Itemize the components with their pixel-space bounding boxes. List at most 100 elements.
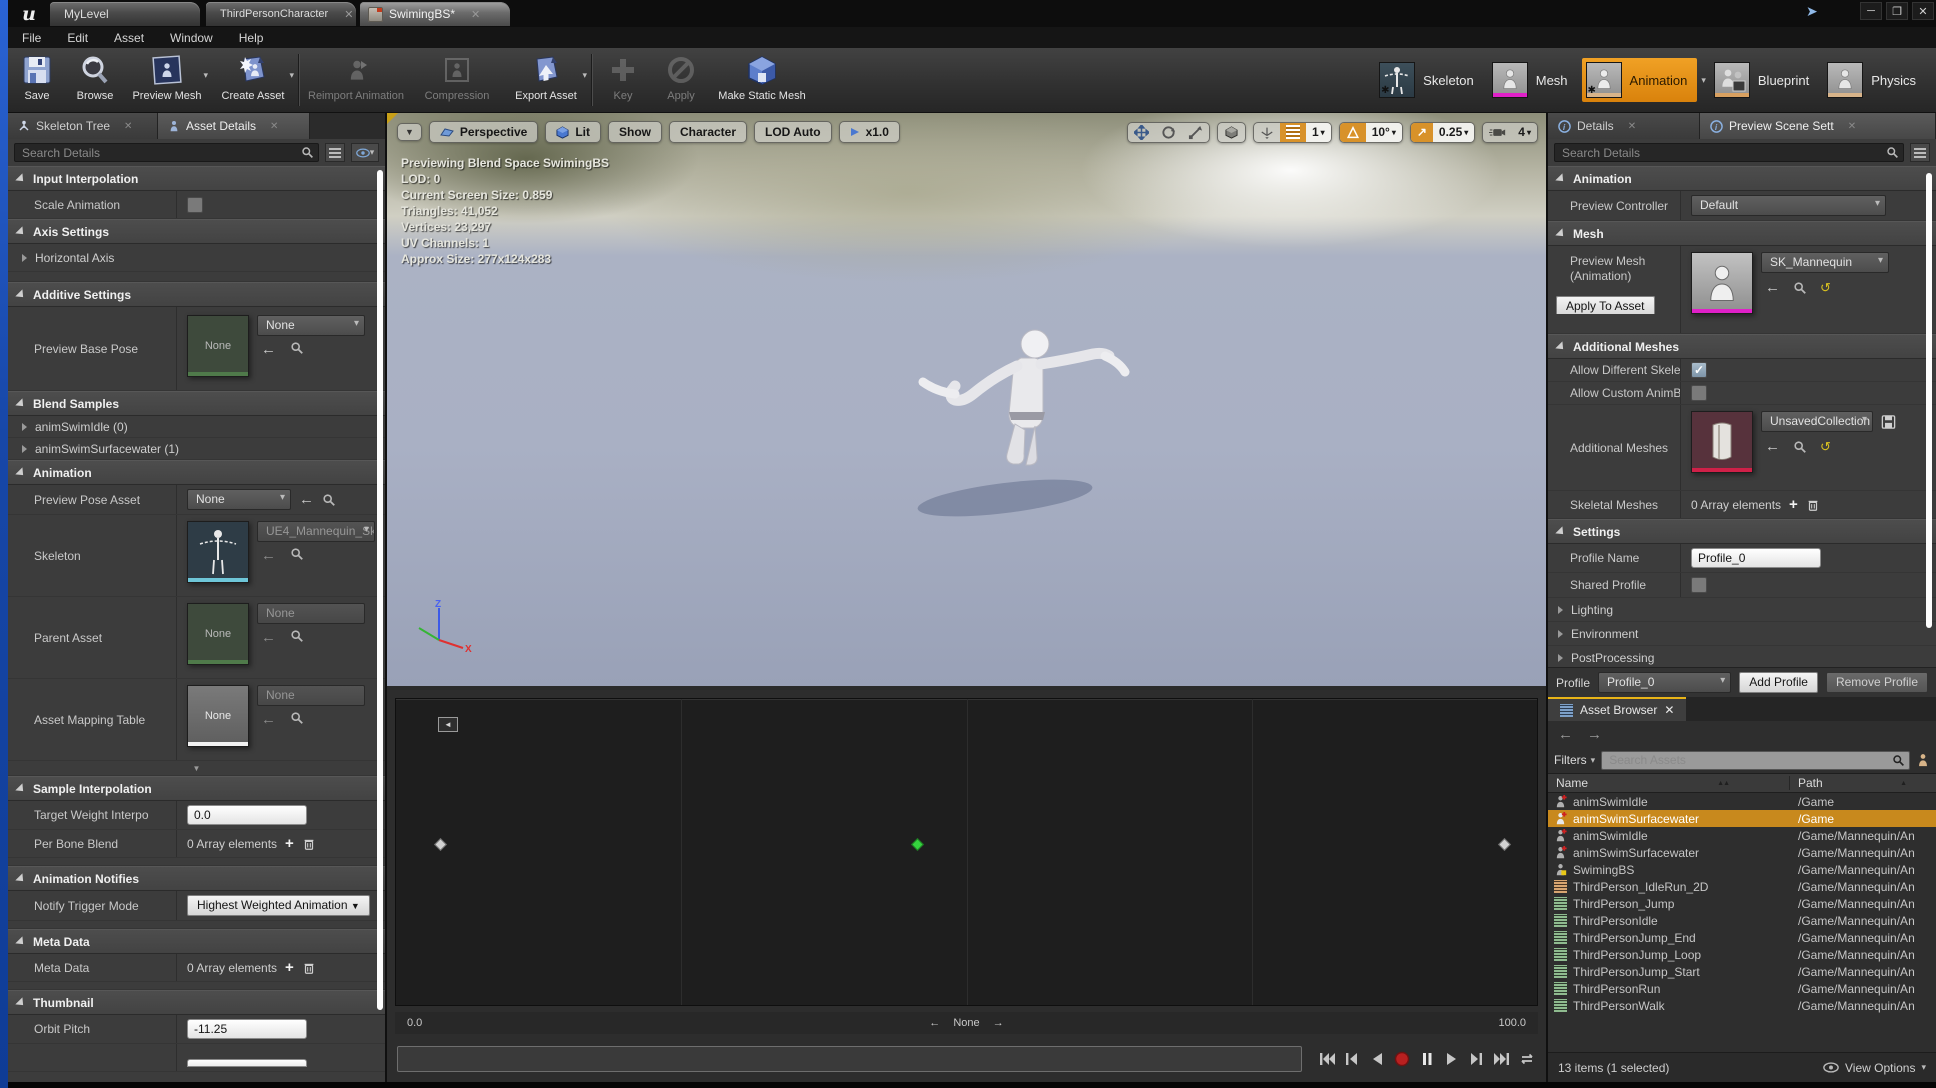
reset-to-default-icon[interactable]: ↺ <box>1820 439 1831 455</box>
parent-asset-thumbnail[interactable]: None <box>187 603 249 665</box>
horizontal-axis-expander[interactable]: Horizontal Axis <box>8 244 385 272</box>
use-selected-icon[interactable]: ← <box>1765 279 1780 296</box>
playback-speed-button[interactable]: x1.0 <box>838 121 900 143</box>
asset-row[interactable]: ThirdPersonWalk /Game/Mannequin/An <box>1548 997 1936 1014</box>
browse-to-asset-icon[interactable] <box>290 341 304 355</box>
view-options-eye-button[interactable]: ▾ <box>351 143 379 162</box>
asset-row[interactable]: ThirdPerson_Jump /Game/Mannequin/An <box>1548 895 1936 912</box>
user-filter-icon[interactable] <box>1916 753 1930 767</box>
skeleton-thumbnail[interactable] <box>187 521 249 583</box>
use-selected-icon[interactable]: ← <box>261 341 276 358</box>
make-static-mesh-button[interactable]: Make Static Mesh <box>710 48 814 112</box>
blueprint-mode-button[interactable]: Blueprint <box>1710 58 1819 102</box>
tab-asset-browser[interactable]: Asset Browser ✕ <box>1548 697 1687 721</box>
viewport-options-button[interactable]: ▼ <box>397 123 422 141</box>
browse-to-asset-icon[interactable] <box>322 493 336 507</box>
scale-snap-toggle[interactable]: ↗ <box>1410 122 1433 142</box>
environment-expander[interactable]: Environment <box>1548 622 1936 646</box>
profile-select-dropdown[interactable]: Profile_0 <box>1598 672 1732 693</box>
browse-to-asset-icon[interactable] <box>1793 440 1807 454</box>
asset-mapping-thumbnail[interactable]: None <box>187 685 249 747</box>
scale-tool-button[interactable] <box>1182 123 1209 142</box>
move-tool-button[interactable] <box>1128 123 1155 142</box>
trash-icon[interactable] <box>302 961 316 975</box>
browse-to-asset-icon[interactable] <box>290 711 304 725</box>
search-details-input[interactable] <box>1554 143 1904 162</box>
rotation-snap-toggle[interactable] <box>1339 122 1366 142</box>
maximize-button[interactable]: ❐ <box>1886 2 1908 20</box>
add-element-icon[interactable]: + <box>1789 496 1798 513</box>
trash-icon[interactable] <box>302 837 316 851</box>
chevron-down-icon[interactable]: ▾ <box>289 70 294 81</box>
tab-swimingbs[interactable]: SwimingBS* ✕ <box>360 2 510 26</box>
blend-sample-1-expander[interactable]: animSwimSurfacewater (1) <box>8 438 385 460</box>
preview-viewport[interactable]: ▼ Perspective Lit Show Character LOD Aut… <box>387 113 1546 686</box>
animation-mode-button[interactable]: ✱ Animation <box>1581 58 1698 102</box>
asset-row[interactable]: ThirdPersonIdle /Game/Mannequin/An <box>1548 912 1936 929</box>
blendspace-graph[interactable]: ◄ <box>395 698 1538 1006</box>
close-tab-icon[interactable]: ✕ <box>1628 121 1636 132</box>
lit-mode-button[interactable]: Lit <box>545 121 601 143</box>
display-filter-button[interactable] <box>1910 143 1930 162</box>
use-selected-icon[interactable]: ← <box>1765 438 1780 455</box>
preview-mesh-dropdown[interactable]: SK_Mannequin <box>1761 252 1889 273</box>
grid-snap-value[interactable]: 1 ▾ <box>1305 122 1331 142</box>
apply-to-asset-button[interactable]: Apply To Asset <box>1556 296 1655 314</box>
minimize-button[interactable]: ─ <box>1860 2 1882 20</box>
section-additive-settings[interactable]: Additive Settings <box>8 282 385 307</box>
browse-to-asset-icon[interactable] <box>290 629 304 643</box>
section-additional-meshes[interactable]: Additional Meshes <box>1548 334 1936 359</box>
asset-row[interactable]: animSwimIdle /Game/Mannequin/An <box>1548 827 1936 844</box>
close-tab-icon[interactable]: ✕ <box>344 8 353 21</box>
marketplace-icon[interactable]: ➤ <box>1806 3 1826 21</box>
play-forward-button[interactable] <box>1440 1047 1463 1071</box>
preview-blend-point[interactable] <box>910 837 924 851</box>
section-animation-notifies[interactable]: Animation Notifies <box>8 866 385 891</box>
rotation-snap-value[interactable]: 10° ▾ <box>1365 122 1402 142</box>
physics-mode-button[interactable]: Physics <box>1823 58 1926 102</box>
scale-snap-value[interactable]: 0.25 ▾ <box>1432 122 1475 142</box>
camera-speed-value[interactable]: 4 ▾ <box>1512 123 1537 142</box>
close-button[interactable]: ✕ <box>1912 2 1934 20</box>
tab-preview-scene-settings[interactable]: i Preview Scene Sett ✕ <box>1700 113 1936 139</box>
grid-snap-toggle[interactable] <box>1279 122 1306 142</box>
character-menu-button[interactable]: Character <box>668 121 748 143</box>
preview-pose-asset-dropdown[interactable]: None <box>187 489 291 510</box>
add-element-icon[interactable]: + <box>285 959 294 976</box>
save-collection-icon[interactable] <box>1881 414 1896 429</box>
skip-to-end-button[interactable] <box>1490 1047 1513 1071</box>
section-meta-data[interactable]: Meta Data <box>8 929 385 954</box>
notify-trigger-mode-dropdown[interactable]: Highest Weighted Animation ▼ <box>187 895 370 916</box>
profile-name-input[interactable] <box>1691 548 1821 568</box>
menu-file[interactable]: File <box>22 31 41 45</box>
pause-button[interactable] <box>1415 1047 1438 1071</box>
history-back-button[interactable]: ← <box>1558 726 1573 743</box>
export-asset-button[interactable]: Export Asset ▾ <box>503 48 589 112</box>
menu-asset[interactable]: Asset <box>114 31 144 45</box>
section-input-interpolation[interactable]: Input Interpolation <box>8 166 385 191</box>
mesh-mode-button[interactable]: Mesh <box>1488 58 1578 102</box>
asset-row[interactable]: animSwimSurfacewater /Game/Mannequin/An <box>1548 844 1936 861</box>
section-animation[interactable]: Animation <box>8 460 385 485</box>
left-panel-scrollbar[interactable] <box>377 170 383 1010</box>
section-thumbnail[interactable]: Thumbnail <box>8 990 385 1015</box>
coordinate-space-toggle[interactable] <box>1216 121 1246 143</box>
record-button[interactable] <box>1390 1047 1413 1071</box>
create-asset-button[interactable]: Create Asset ▾ <box>210 48 296 112</box>
search-details-input[interactable] <box>14 143 319 162</box>
timeline-scrubber[interactable] <box>397 1046 1302 1072</box>
asset-row[interactable]: ThirdPersonJump_End /Game/Mannequin/An <box>1548 929 1936 946</box>
skeleton-mode-button[interactable]: ✱ Skeleton <box>1375 58 1484 102</box>
column-name-header[interactable]: Name ▲▲ <box>1548 776 1790 790</box>
allow-different-skeleton-checkbox[interactable]: ✓ <box>1691 362 1707 378</box>
lighting-expander[interactable]: Lighting <box>1548 598 1936 622</box>
asset-row[interactable]: ThirdPerson_IdleRun_2D /Game/Mannequin/A… <box>1548 878 1936 895</box>
snap-axis-button[interactable] <box>1254 123 1280 142</box>
orbit-pitch-input[interactable] <box>187 1019 307 1039</box>
close-tab-icon[interactable]: ✕ <box>1664 703 1674 717</box>
preview-mesh-button[interactable]: Preview Mesh ▾ <box>124 48 210 112</box>
column-path-header[interactable]: Path ▲ <box>1790 776 1936 790</box>
reset-to-default-icon[interactable]: ↺ <box>1820 280 1831 296</box>
section-animation[interactable]: Animation <box>1548 166 1936 191</box>
axis-next-arrow[interactable]: → <box>993 1017 1004 1029</box>
